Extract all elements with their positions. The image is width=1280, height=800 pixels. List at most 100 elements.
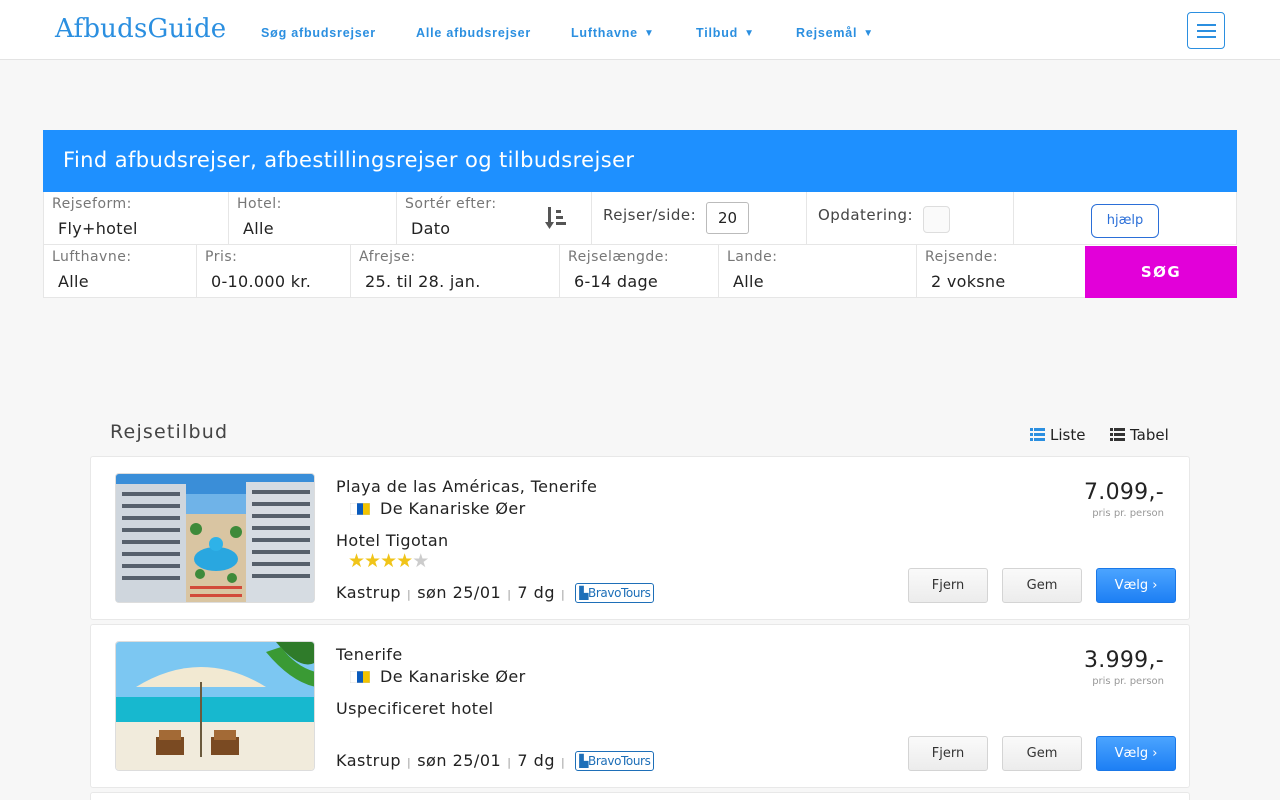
price: 3.999,- [1083, 648, 1164, 673]
hotel-photo[interactable] [115, 641, 315, 771]
view-list-toggle[interactable]: Liste [1030, 426, 1085, 444]
trip-duration: 7 dg [517, 583, 555, 602]
sort-select[interactable]: Sortér efter: Dato [396, 192, 591, 245]
hotel-name[interactable]: Uspecificeret hotel [336, 699, 494, 718]
separator: | [507, 756, 512, 769]
help-button[interactable]: hjælp [1091, 204, 1159, 238]
field-label: Hotel: [237, 196, 282, 212]
operator-badge[interactable]: ▙BravoTours [575, 751, 655, 771]
brand-logo[interactable]: AfbudsGuide [55, 14, 226, 44]
field-label: Lande: [727, 249, 778, 265]
trip-info: Kastrup | søn 25/01 | 7 dg | ▙BravoTours [336, 583, 655, 603]
region-label: De Kanariske Øer [380, 499, 526, 518]
remove-button[interactable]: Fjern [908, 736, 988, 771]
table-icon [1110, 428, 1125, 441]
separator: | [560, 756, 566, 769]
caret-down-icon: ▼ [863, 28, 874, 39]
field-label: Pris: [205, 249, 238, 265]
nav-link-label: Søg afbudsrejser [261, 26, 376, 40]
remove-button[interactable]: Fjern [908, 568, 988, 603]
star-icon: ★ [348, 550, 365, 572]
hamburger-menu-button[interactable] [1187, 12, 1225, 49]
field-label: Rejselængde: [568, 249, 670, 265]
departure-select[interactable]: Afrejse: 25. til 28. jan. [350, 245, 559, 298]
departure-date: søn 25/01 [417, 751, 502, 770]
help-cell: hjælp [1013, 192, 1237, 245]
separator: | [407, 588, 412, 601]
star-icon: ★ [364, 550, 381, 572]
departure-airport: Kastrup [336, 583, 401, 602]
trip-duration: 7 dg [517, 751, 555, 770]
nav-link-label: Rejsemål [796, 26, 858, 40]
save-button[interactable]: Gem [1002, 736, 1082, 771]
perpage-cell: Rejser/side: 20 [591, 192, 806, 245]
separator: | [407, 756, 412, 769]
field-label: Rejser/side: [603, 206, 697, 224]
travelers-select[interactable]: Rejsende: 2 voksne [916, 245, 1085, 298]
field-label: Afrejse: [359, 249, 416, 265]
nav-link-label: Alle afbudsrejser [416, 26, 532, 40]
length-select[interactable]: Rejselængde: 6-14 dage [559, 245, 718, 298]
nav-link-offers[interactable]: Tilbud ▼ [696, 26, 755, 40]
field-label: Sortér efter: [405, 196, 497, 212]
rejseform-select[interactable]: Rejseform: Fly+hotel [43, 192, 228, 245]
nav-link-label: Tilbud [696, 26, 739, 40]
star-icon: ★ [396, 550, 413, 572]
field-label: Opdatering: [818, 206, 914, 224]
field-label: Lufthavne: [52, 249, 132, 265]
countries-select[interactable]: Lande: Alle [718, 245, 916, 298]
results-title: Rejsetilbud [110, 421, 229, 443]
hamburger-line [1197, 24, 1216, 26]
destination-name[interactable]: Playa de las Américas, Tenerife [336, 477, 597, 496]
search-button[interactable]: SØG [1085, 246, 1237, 298]
view-toggle-label: Liste [1050, 426, 1086, 444]
field-value: 2 voksne [931, 272, 1006, 291]
operator-name: BravoTours [588, 754, 651, 768]
result-card [90, 792, 1190, 800]
nav-link-search[interactable]: Søg afbudsrejser [261, 26, 376, 40]
result-card: Tenerife De Kanariske Øer Uspecificeret … [90, 624, 1190, 788]
field-value: Alle [733, 272, 764, 291]
hotel-select[interactable]: Hotel: Alle [228, 192, 396, 245]
field-value: Alle [58, 272, 89, 291]
destination-name[interactable]: Tenerife [336, 645, 403, 664]
price-select[interactable]: Pris: 0-10.000 kr. [196, 245, 350, 298]
list-icon [1030, 428, 1045, 441]
nav-link-airports[interactable]: Lufthavne ▼ [571, 26, 655, 40]
operator-badge[interactable]: ▙BravoTours [575, 583, 655, 603]
save-button[interactable]: Gem [1002, 568, 1082, 603]
flag-icon [350, 671, 370, 683]
airports-select[interactable]: Lufthavne: Alle [43, 245, 196, 298]
field-value: Alle [243, 219, 274, 238]
perpage-input[interactable]: 20 [706, 202, 749, 234]
view-table-toggle[interactable]: Tabel [1110, 426, 1169, 444]
separator: | [560, 588, 566, 601]
hamburger-line [1197, 36, 1216, 38]
hamburger-line [1197, 30, 1216, 32]
price-note: pris pr. person [1092, 508, 1164, 519]
star-rating: ★★★★★ [348, 550, 429, 572]
search-row-2: Lufthavne: Alle Pris: 0-10.000 kr. Afrej… [43, 245, 1237, 298]
trip-info: Kastrup | søn 25/01 | 7 dg | ▙BravoTours [336, 751, 655, 771]
nav-link-all[interactable]: Alle afbudsrejser [416, 26, 531, 40]
select-button[interactable]: Vælg › [1096, 736, 1176, 771]
result-card: Playa de las Américas, Tenerife De Kanar… [90, 456, 1190, 620]
update-checkbox[interactable] [923, 206, 950, 233]
operator-name: BravoTours [588, 586, 651, 600]
select-button[interactable]: Vælg › [1096, 568, 1176, 603]
field-value: 6-14 dage [574, 272, 659, 291]
field-value: Dato [411, 219, 451, 238]
nav-link-label: Lufthavne [571, 26, 638, 40]
hotel-name[interactable]: Hotel Tigotan [336, 531, 449, 550]
nav-link-destinations[interactable]: Rejsemål ▼ [796, 26, 874, 40]
top-navbar: AfbudsGuide Søg afbudsrejser Alle afbuds… [0, 0, 1280, 60]
departure-airport: Kastrup [336, 751, 401, 770]
region-label: De Kanariske Øer [380, 667, 526, 686]
region-name: De Kanariske Øer [350, 667, 526, 686]
price: 7.099,- [1083, 480, 1164, 505]
sort-amount-icon [545, 207, 566, 229]
hotel-photo[interactable] [115, 473, 315, 603]
star-empty-icon: ★ [412, 550, 429, 572]
star-icon: ★ [380, 550, 397, 572]
field-value: 0-10.000 kr. [211, 272, 312, 291]
